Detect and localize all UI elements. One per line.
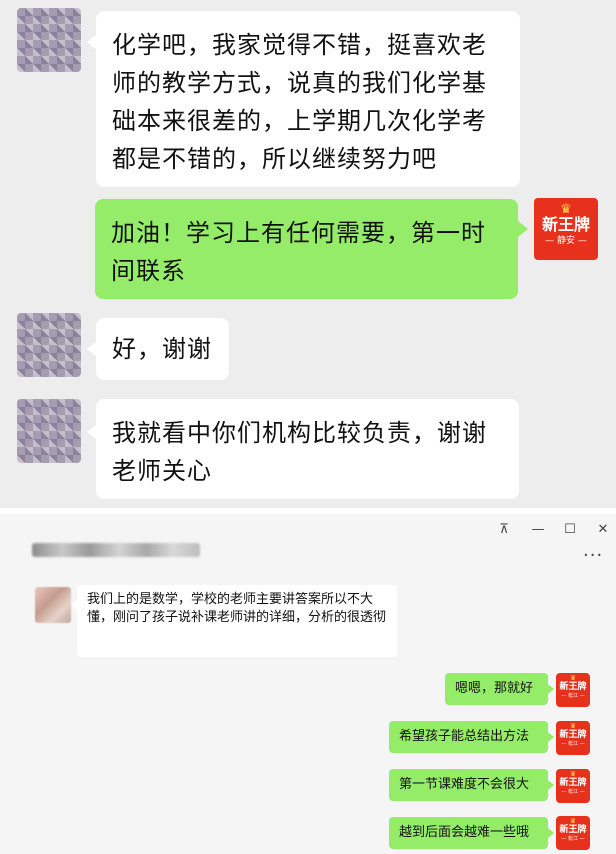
message-text: 越到后面会越难一些哦 (399, 825, 530, 840)
message-bubble-received[interactable]: 好，谢谢 (96, 318, 229, 380)
message-text: 我就看中你们机构比较负责，谢谢老师关心 (112, 419, 487, 485)
contact-avatar[interactable] (17, 313, 81, 377)
brand-name: 新王牌 (559, 825, 587, 835)
message-text: 加油！学习上有任何需要，第一时间联系 (111, 219, 486, 285)
maximize-icon[interactable]: ☐ (560, 520, 580, 540)
brand-name: 新王牌 (559, 682, 587, 692)
brand-avatar[interactable]: ♛ 新王牌 — 静安 — (534, 198, 598, 260)
brand-branch: — 静安 — (545, 236, 587, 246)
message-bubble-sent[interactable]: 第一节课难度不会很大 (389, 769, 548, 801)
crown-icon: ♛ (569, 674, 577, 682)
brand-name: 新王牌 (559, 730, 587, 740)
bubble-tail (548, 780, 554, 790)
message-text: 我们上的是数学，学校的老师主要讲答案所以不大懂，刚问了孩子说补课老师讲的详细，分… (87, 592, 387, 625)
minimize-icon[interactable]: — (528, 520, 548, 540)
brand-avatar[interactable]: ♛ 新王牌 — 松江 — (556, 816, 590, 850)
crown-icon: ♛ (569, 722, 577, 730)
message-text: 化学吧，我家觉得不错，挺喜欢老师的教学方式，说真的我们化学基础本来很差的，上学期… (112, 31, 487, 173)
bubble-tail (518, 221, 528, 237)
message-bubble-sent[interactable]: 嗯嗯，那就好 (445, 673, 548, 705)
bubble-tail (548, 684, 554, 694)
message-bubble-received[interactable]: 我们上的是数学，学校的老师主要讲答案所以不大懂，刚问了孩子说补课老师讲的详细，分… (77, 585, 397, 657)
contact-avatar[interactable] (17, 8, 81, 72)
message-bubble-received[interactable]: 我就看中你们机构比较负责，谢谢老师关心 (96, 399, 519, 499)
message-bubble-sent[interactable]: 加油！学习上有任何需要，第一时间联系 (95, 199, 518, 299)
brand-name: 新王牌 (541, 215, 590, 234)
crown-icon: ♛ (569, 770, 577, 778)
brand-avatar[interactable]: ♛ 新王牌 — 松江 — (556, 721, 590, 755)
brand-branch: — 松江 — (561, 836, 585, 842)
message-bubble-sent[interactable]: 越到后面会越难一些哦 (389, 817, 548, 849)
message-text: 希望孩子能总结出方法 (399, 729, 530, 744)
message-bubble-received[interactable]: 化学吧，我家觉得不错，挺喜欢老师的教学方式，说真的我们化学基础本来很差的，上学期… (96, 11, 520, 187)
bubble-tail (548, 732, 554, 742)
message-text: 嗯嗯，那就好 (455, 681, 534, 696)
brand-avatar[interactable]: ♛ 新王牌 — 松江 — (556, 769, 590, 803)
contact-avatar[interactable] (17, 399, 81, 463)
pin-icon[interactable]: ⊼ (494, 520, 514, 540)
message-text: 好，谢谢 (112, 335, 212, 363)
message-text: 第一节课难度不会很大 (399, 777, 530, 792)
crown-icon: ♛ (569, 817, 577, 825)
contact-avatar[interactable] (35, 587, 71, 623)
brand-name: 新王牌 (559, 778, 587, 788)
chat-title-redacted (32, 543, 200, 557)
more-options-icon[interactable]: ··· (583, 545, 603, 566)
message-bubble-sent[interactable]: 希望孩子能总结出方法 (389, 721, 548, 753)
brand-branch: — 松江 — (561, 741, 585, 747)
brand-branch: — 松江 — (561, 789, 585, 795)
brand-branch: — 松江 — (561, 693, 585, 699)
brand-avatar[interactable]: ♛ 新王牌 — 松江 — (556, 673, 590, 707)
close-icon[interactable]: ✕ (593, 520, 613, 540)
bubble-tail (548, 828, 554, 838)
